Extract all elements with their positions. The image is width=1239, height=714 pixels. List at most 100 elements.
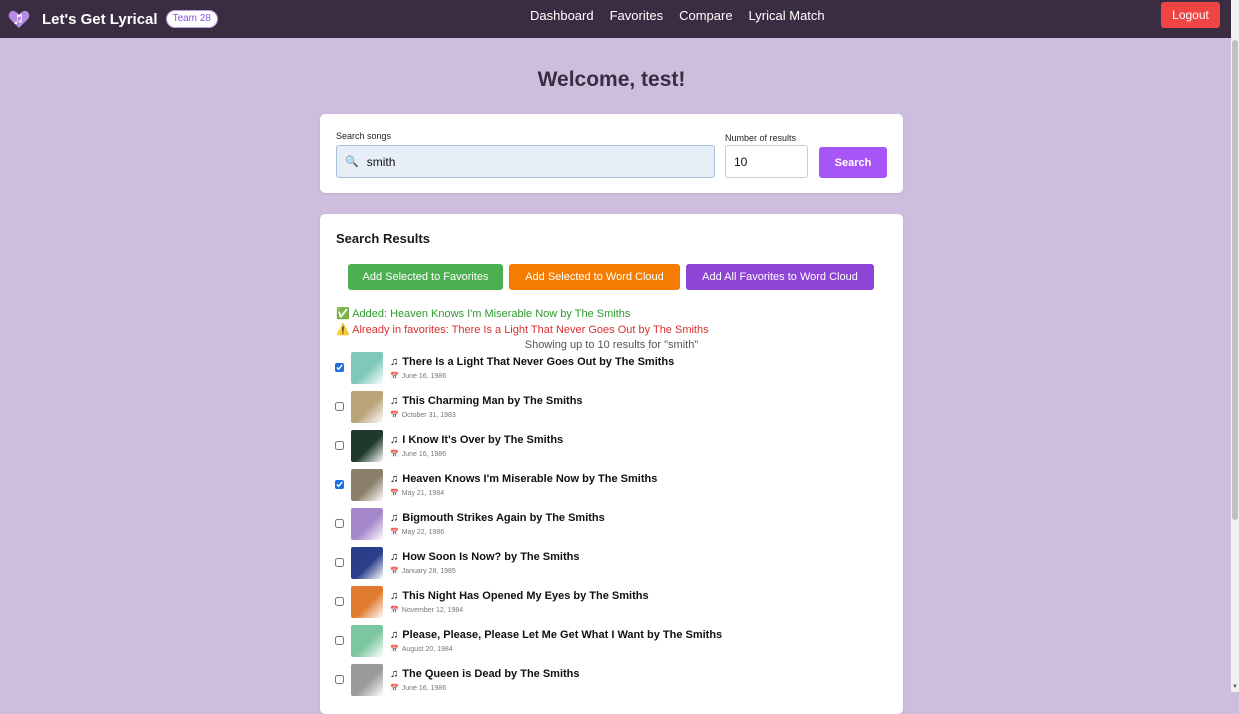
- song-date: 📅 June 16, 1986: [390, 684, 446, 692]
- song-title-text: How Soon Is Now? by The Smiths: [402, 551, 580, 563]
- music-note-icon: ♫: [390, 590, 399, 602]
- album-cover-image: [351, 352, 383, 384]
- song-title-text: Bigmouth Strikes Again by The Smiths: [402, 512, 605, 524]
- song-row[interactable]: ♫ This Charming Man by The Smiths 📅 October…: [335, 391, 875, 425]
- song-checkbox[interactable]: [335, 363, 344, 372]
- brand-title: Let's Get Lyrical: [42, 10, 158, 28]
- music-note-icon: ♫: [390, 434, 399, 446]
- nav-links: Dashboard Favorites Compare Lyrical Matc…: [530, 0, 841, 30]
- song-row[interactable]: ♫ Please, Please, Please Let Me Get What …: [335, 625, 875, 659]
- added-message-text: Added: Heaven Knows I'm Miserable Now by…: [352, 308, 631, 320]
- song-row[interactable]: ♫ I Know It's Over by The Smiths 📅 June 16,…: [335, 430, 875, 464]
- song-title: ♫ This Night Has Opened My Eyes by The Sm…: [390, 590, 649, 602]
- song-date: 📅 November 12, 1984: [390, 606, 463, 614]
- song-checkbox[interactable]: [335, 480, 344, 489]
- song-checkbox[interactable]: [335, 558, 344, 567]
- song-checkbox[interactable]: [335, 636, 344, 645]
- calendar-icon: 📅: [390, 685, 399, 692]
- music-note-icon: ♫: [390, 395, 399, 407]
- song-checkbox[interactable]: [335, 402, 344, 411]
- song-checkbox[interactable]: [335, 441, 344, 450]
- song-title: ♫ The Queen is Dead by The Smiths: [390, 668, 580, 680]
- album-cover-image: [351, 547, 383, 579]
- album-cover-image: [351, 664, 383, 696]
- calendar-icon: 📅: [390, 490, 399, 497]
- song-date: 📅 January 28, 1985: [390, 567, 456, 575]
- song-date-text: June 16, 1986: [401, 451, 447, 458]
- page-scrollbar[interactable]: ▼: [1231, 0, 1239, 692]
- scrollbar-thumb[interactable]: [1232, 40, 1238, 520]
- music-note-icon: ♫: [390, 551, 399, 563]
- calendar-icon: 📅: [390, 412, 399, 419]
- heart-music-icon: [8, 10, 30, 28]
- add-selected-word-cloud-button[interactable]: Add Selected to Word Cloud: [509, 264, 680, 290]
- calendar-icon: 📅: [390, 529, 399, 536]
- warning-icon: ⚠️: [336, 324, 350, 336]
- song-title-text: The Queen is Dead by The Smiths: [402, 668, 580, 680]
- calendar-icon: 📅: [390, 451, 399, 458]
- song-row[interactable]: ♫ The Queen is Dead by The Smiths 📅 June 16…: [335, 664, 875, 698]
- album-cover-image: [351, 391, 383, 423]
- song-row[interactable]: ♫ There Is a Light That Never Goes Out by…: [335, 352, 875, 386]
- num-results-input[interactable]: [725, 145, 808, 178]
- scroll-down-arrow-icon[interactable]: ▼: [1232, 684, 1238, 690]
- song-date-text: November 12, 1984: [401, 607, 464, 614]
- song-row[interactable]: ♫ Bigmouth Strikes Again by The Smiths 📅 Ma…: [335, 508, 875, 542]
- add-all-favorites-word-cloud-button[interactable]: Add All Favorites to Word Cloud: [686, 264, 874, 290]
- search-card: Search songs 🔍 Number of results Search: [320, 114, 903, 193]
- search-input[interactable]: [364, 153, 705, 170]
- search-label: Search songs: [336, 131, 392, 141]
- song-checkbox[interactable]: [335, 519, 344, 528]
- song-title: ♫ Please, Please, Please Let Me Get What …: [390, 629, 722, 641]
- song-row[interactable]: ♫ How Soon Is Now? by The Smiths 📅 January …: [335, 547, 875, 581]
- song-date-text: June 16, 1986: [401, 685, 447, 692]
- song-title: ♫ How Soon Is Now? by The Smiths: [390, 551, 579, 563]
- calendar-icon: 📅: [390, 373, 399, 380]
- song-date-text: May 21, 1984: [401, 490, 445, 497]
- song-title: ♫ Bigmouth Strikes Again by The Smiths: [390, 512, 605, 524]
- calendar-icon: 📅: [390, 568, 399, 575]
- song-title-text: This Charming Man by The Smiths: [402, 395, 583, 407]
- brand[interactable]: Let's Get Lyrical Team 28: [8, 0, 218, 38]
- music-note-icon: ♫: [390, 512, 399, 524]
- song-checkbox[interactable]: [335, 675, 344, 684]
- music-note-icon: ♫: [390, 668, 399, 680]
- song-date: 📅 June 16, 1986: [390, 450, 446, 458]
- song-row[interactable]: ♫ This Night Has Opened My Eyes by The Sm…: [335, 586, 875, 620]
- results-card: Search Results Add Selected to Favorites…: [320, 214, 903, 714]
- navbar: Let's Get Lyrical Team 28 Dashboard Favo…: [0, 0, 1231, 38]
- song-date: 📅 August 20, 1984: [390, 645, 453, 653]
- results-title: Search Results: [336, 231, 430, 246]
- song-checkbox[interactable]: [335, 597, 344, 606]
- song-title-text: Please, Please, Please Let Me Get What I…: [402, 629, 723, 641]
- search-icon: 🔍: [345, 156, 359, 168]
- added-message: ✅ Added: Heaven Knows I'm Miserable Now …: [336, 307, 630, 320]
- album-cover-image: [351, 469, 383, 501]
- music-note-icon: ♫: [390, 473, 399, 485]
- song-title: ♫ There Is a Light That Never Goes Out by…: [390, 356, 674, 368]
- warning-message: ⚠️ Already in favorites: There Is a Ligh…: [336, 323, 709, 336]
- nav-link-compare[interactable]: Compare: [679, 8, 732, 23]
- search-input-wrapper[interactable]: 🔍: [336, 145, 715, 178]
- search-button[interactable]: Search: [819, 147, 887, 178]
- song-title: ♫ I Know It's Over by The Smiths: [390, 434, 563, 446]
- nav-link-lyrical-match[interactable]: Lyrical Match: [749, 8, 825, 23]
- song-date-text: June 16, 1986: [401, 373, 447, 380]
- song-title-text: There Is a Light That Never Goes Out by …: [402, 356, 675, 368]
- song-date-text: May 22, 1986: [401, 529, 445, 536]
- check-mark-icon: ✅: [336, 308, 350, 320]
- nav-link-favorites[interactable]: Favorites: [610, 8, 663, 23]
- team-badge: Team 28: [165, 10, 218, 28]
- num-results-label: Number of results: [725, 133, 797, 143]
- logout-button[interactable]: Logout: [1161, 2, 1220, 28]
- page-title: Welcome, test!: [537, 68, 686, 91]
- add-selected-favorites-button[interactable]: Add Selected to Favorites: [348, 264, 503, 290]
- song-date: 📅 May 22, 1986: [390, 528, 444, 536]
- nav-link-dashboard[interactable]: Dashboard: [530, 8, 594, 23]
- song-title: ♫ This Charming Man by The Smiths: [390, 395, 583, 407]
- music-note-icon: ♫: [390, 356, 399, 368]
- song-title-text: This Night Has Opened My Eyes by The Smi…: [402, 590, 649, 602]
- song-row[interactable]: ♫ Heaven Knows I'm Miserable Now by The S…: [335, 469, 875, 503]
- song-date: 📅 October 31, 1983: [390, 411, 456, 419]
- song-title: ♫ Heaven Knows I'm Miserable Now by The S…: [390, 473, 657, 485]
